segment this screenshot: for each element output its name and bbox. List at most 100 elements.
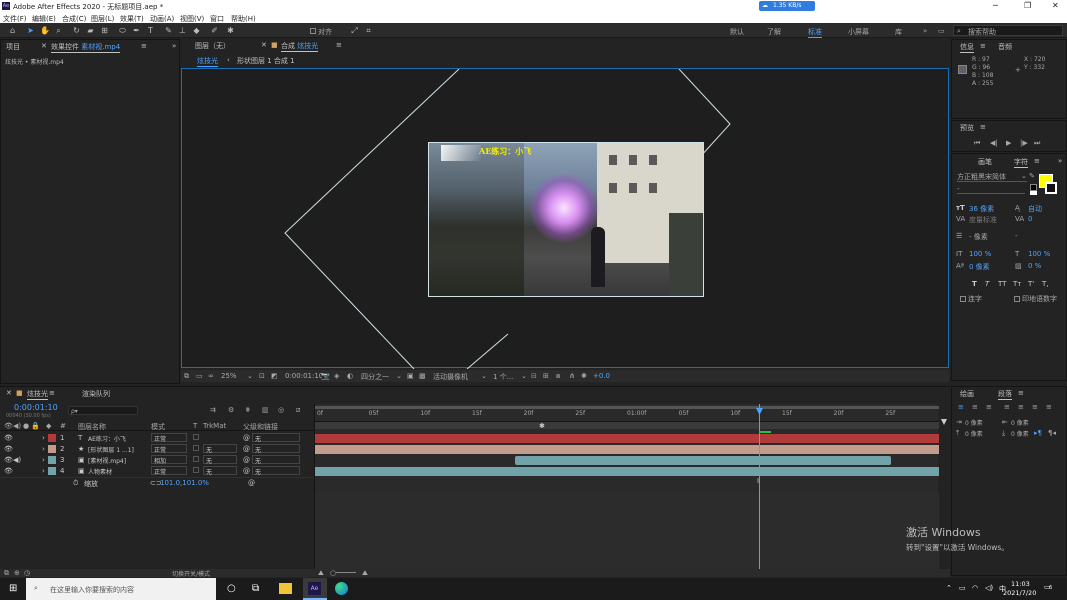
- superscript-button[interactable]: T': [1028, 280, 1034, 288]
- visibility-eye-icon[interactable]: 👁: [4, 456, 13, 464]
- hand-tool-icon[interactable]: ✋: [40, 26, 50, 35]
- ltr-direction-icon[interactable]: ▸¶: [1034, 429, 1042, 437]
- tab-project[interactable]: 项目: [6, 42, 20, 52]
- indent-left-value[interactable]: 0 像素: [965, 418, 983, 427]
- layer-search-field[interactable]: ρ▾: [68, 406, 138, 415]
- all-caps-button[interactable]: TT: [998, 280, 1006, 288]
- faux-italic-button[interactable]: T: [985, 280, 989, 288]
- subscript-button[interactable]: T,: [1042, 280, 1049, 288]
- label-color-swatch[interactable]: [48, 445, 56, 453]
- layer-duration-bar[interactable]: [315, 467, 939, 476]
- black-swatch[interactable]: [1030, 184, 1037, 191]
- breadcrumb-active[interactable]: 炫技光: [197, 56, 218, 67]
- workspace-toggle-icon[interactable]: ▭: [938, 27, 945, 35]
- justify-all-icon[interactable]: ≡: [1046, 403, 1052, 411]
- layer-row[interactable]: 👁 › 2 ★ [形状图层 1 ...1] 正常无 @ 无: [0, 444, 314, 455]
- panel-menu-icon[interactable]: ≡: [336, 41, 342, 49]
- tab-info[interactable]: 信息: [960, 42, 974, 53]
- tracking-value[interactable]: 0: [1028, 215, 1032, 223]
- trkmat-dropdown[interactable]: 无: [203, 455, 237, 465]
- small-caps-button[interactable]: Tт: [1013, 280, 1021, 288]
- scale-property-value[interactable]: 101.0,101.0%: [160, 479, 209, 487]
- preserve-transparency-checkbox[interactable]: [193, 445, 199, 451]
- motion-blur-icon[interactable]: ⧈: [556, 372, 560, 381]
- puppet-tool-icon[interactable]: ✱: [226, 26, 235, 35]
- selection-tool-icon[interactable]: ➤: [26, 26, 35, 35]
- draft-3d-icon[interactable]: ⚙: [228, 406, 234, 414]
- blend-mode-dropdown[interactable]: 正常: [151, 466, 187, 476]
- expand-chevron-icon[interactable]: ›: [42, 445, 45, 453]
- font-size-value[interactable]: 36 像素: [969, 204, 994, 214]
- expand-chevron-icon[interactable]: ›: [42, 456, 45, 464]
- roi-icon[interactable]: ▣: [407, 372, 414, 380]
- stroke-color-swatch[interactable]: [1045, 182, 1057, 194]
- column-t[interactable]: T: [193, 422, 197, 430]
- brush-tool-icon[interactable]: ✎: [164, 26, 173, 35]
- parent-dropdown[interactable]: 无: [252, 466, 300, 476]
- help-search-field[interactable]: ⌕ 搜索帮助: [953, 25, 1063, 36]
- hindi-digits-checkbox[interactable]: [1014, 296, 1020, 302]
- maximize-button[interactable]: ❐: [1024, 1, 1031, 10]
- snap-icon[interactable]: ⤢: [350, 26, 359, 35]
- align-left-icon[interactable]: ≡: [958, 403, 964, 411]
- kerning-value[interactable]: 度量标准: [969, 215, 997, 225]
- font-style-dropdown[interactable]: -: [957, 185, 1025, 194]
- motion-blur-toggle-icon[interactable]: ◎: [278, 406, 284, 414]
- column-parent[interactable]: 父级和链接: [243, 422, 278, 432]
- label-color-swatch[interactable]: [48, 456, 56, 464]
- reset-exposure-icon[interactable]: ✺: [581, 372, 587, 380]
- layer-switches-icon[interactable]: ⧉: [4, 569, 9, 578]
- graph-editor-icon[interactable]: ⧄: [296, 406, 300, 415]
- white-swatch[interactable]: [1030, 191, 1037, 195]
- layer-duration-bar[interactable]: [515, 456, 891, 465]
- clone-stamp-tool-icon[interactable]: ⊥: [178, 26, 187, 35]
- close-button[interactable]: ✕: [1052, 1, 1059, 10]
- workspace-small-screen[interactable]: 小屏幕: [848, 27, 869, 37]
- toggle-switches-modes[interactable]: 切换开关/模式: [172, 569, 210, 578]
- comp-mini-flowchart-icon[interactable]: ⇉: [210, 406, 216, 414]
- time-stretch-icon[interactable]: ◷: [24, 569, 30, 577]
- after-effects-taskbar-button[interactable]: Ae: [303, 578, 327, 600]
- wifi-icon[interactable]: ◠: [972, 584, 978, 592]
- blend-mode-dropdown[interactable]: 正常: [151, 433, 187, 443]
- blend-mode-dropdown[interactable]: 正常: [151, 444, 187, 454]
- always-preview-icon[interactable]: ⧉: [184, 372, 189, 381]
- align-checkbox[interactable]: [310, 28, 316, 34]
- close-icon[interactable]: ✕: [261, 41, 267, 49]
- expand-chevron-icon[interactable]: ›: [42, 434, 45, 442]
- ellipse-tool-icon[interactable]: ⬭: [118, 26, 127, 35]
- trkmat-dropdown[interactable]: 无: [203, 466, 237, 476]
- panel-menu-icon[interactable]: ≡: [1018, 389, 1024, 397]
- pickwhip-icon[interactable]: @: [243, 467, 250, 475]
- column-layer-name[interactable]: 图层名称: [78, 422, 106, 432]
- tab-render-queue[interactable]: 渲染队列: [82, 389, 110, 399]
- toggle-pixel-icon[interactable]: ⊟: [531, 372, 537, 380]
- grid-snap-icon[interactable]: ⌗: [364, 26, 373, 35]
- eyedropper-icon[interactable]: ✎: [1029, 172, 1035, 180]
- previous-frame-icon[interactable]: ◀|: [990, 139, 998, 147]
- pen-tool-icon[interactable]: ✒: [132, 26, 141, 35]
- zoom-slider[interactable]: [336, 572, 356, 573]
- layer-duration-bar[interactable]: [315, 445, 939, 454]
- tab-character[interactable]: 字符: [1014, 157, 1028, 168]
- visibility-eye-icon[interactable]: 👁: [4, 467, 13, 475]
- font-family-dropdown[interactable]: 方正粗黑宋简体 ⌄: [957, 172, 1027, 182]
- zoom-slider-handle[interactable]: ○: [330, 569, 336, 577]
- layer-row[interactable]: 👁 › 1 T AE练习：小飞 正常 @ 无: [0, 433, 314, 444]
- zoom-in-icon[interactable]: ⛰: [362, 569, 368, 578]
- layer-name[interactable]: 人物素材: [88, 467, 112, 476]
- ligature-checkbox[interactable]: [960, 296, 966, 302]
- roto-brush-tool-icon[interactable]: ✐: [210, 26, 219, 35]
- camera-tool-icon[interactable]: ▰: [86, 26, 95, 35]
- show-snapshot-icon[interactable]: ◈: [334, 372, 339, 380]
- preserve-transparency-checkbox[interactable]: [193, 456, 199, 462]
- workspace-default[interactable]: 默认: [730, 27, 744, 37]
- panel-menu-icon[interactable]: ≡: [49, 389, 55, 397]
- blend-mode-dropdown[interactable]: 相加: [151, 455, 187, 465]
- first-frame-icon[interactable]: ⏮: [974, 139, 980, 148]
- cortana-icon[interactable]: ○: [227, 583, 236, 594]
- tab-timeline-comp[interactable]: 炫技光: [27, 389, 48, 400]
- preserve-transparency-checkbox[interactable]: [193, 434, 199, 440]
- panel-menu-icon[interactable]: ≡: [980, 42, 986, 50]
- volume-icon[interactable]: ◁): [985, 584, 993, 592]
